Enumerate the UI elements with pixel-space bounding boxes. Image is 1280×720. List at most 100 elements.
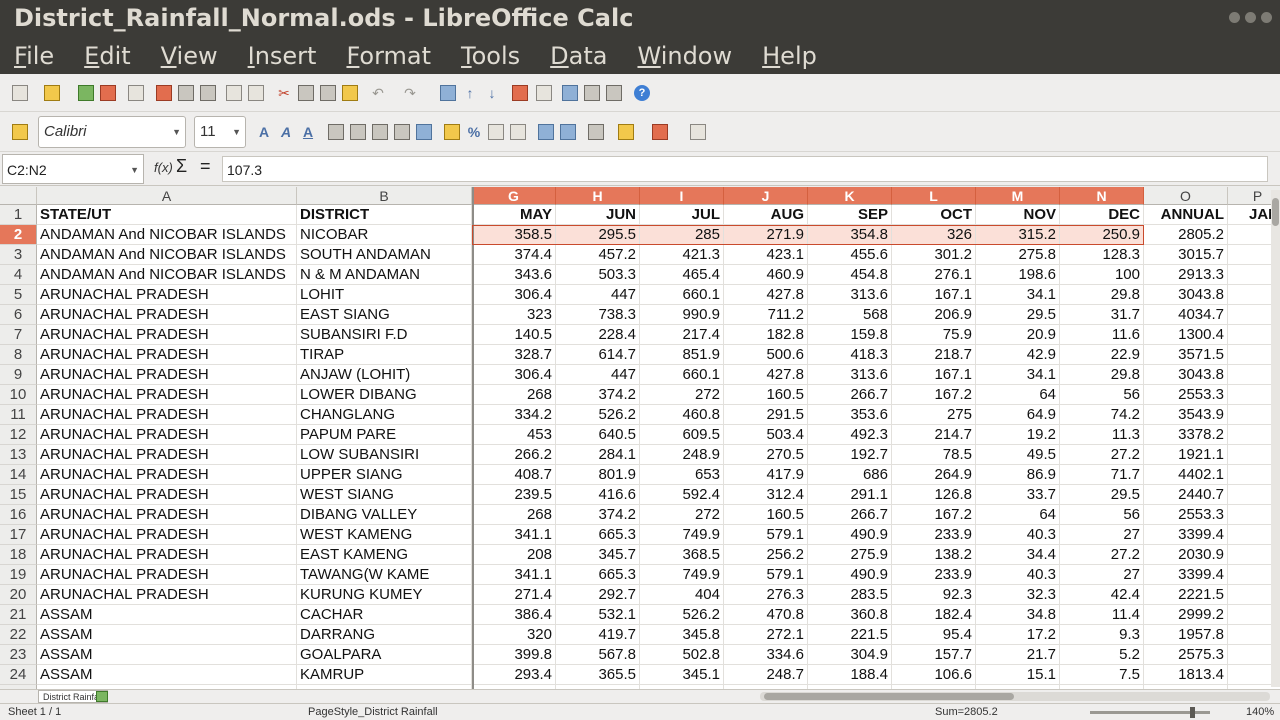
cell-h12[interactable]: 640.5 <box>556 425 640 445</box>
cell-b3[interactable]: SOUTH ANDAMAN <box>297 245 472 265</box>
cell-h5[interactable]: 447 <box>556 285 640 305</box>
cell-l6[interactable]: 206.9 <box>892 305 976 325</box>
cell-o2[interactable]: 2805.2 <box>1144 225 1228 245</box>
cell-k3[interactable]: 455.6 <box>808 245 892 265</box>
cell-g7[interactable]: 140.5 <box>472 325 556 345</box>
cell-k1[interactable]: SEP <box>808 205 892 225</box>
cell-b9[interactable]: ANJAW (LOHIT) <box>297 365 472 385</box>
cell-b14[interactable]: UPPER SIANG <box>297 465 472 485</box>
chevron-down-icon[interactable]: ▼ <box>172 127 181 137</box>
cell-m12[interactable]: 19.2 <box>976 425 1060 445</box>
cell-j4[interactable]: 460.9 <box>724 265 808 285</box>
cell-l8[interactable]: 218.7 <box>892 345 976 365</box>
cell-n17[interactable]: 27 <box>1060 525 1144 545</box>
cell-h20[interactable]: 292.7 <box>556 585 640 605</box>
formula-input[interactable]: 107.3 <box>222 156 1268 182</box>
cell-i24[interactable]: 345.1 <box>640 665 724 685</box>
cell-a11[interactable]: ARUNACHAL PRADESH <box>37 405 297 425</box>
cell-n20[interactable]: 42.4 <box>1060 585 1144 605</box>
cut-icon[interactable]: ✂ <box>276 85 292 101</box>
column-header-l[interactable]: L <box>892 187 976 205</box>
cell-l21[interactable]: 182.4 <box>892 605 976 625</box>
menu-file[interactable]: File <box>14 42 54 70</box>
cell-h1[interactable]: JUN <box>556 205 640 225</box>
cell-m6[interactable]: 29.5 <box>976 305 1060 325</box>
cell-a6[interactable]: ARUNACHAL PRADESH <box>37 305 297 325</box>
email-icon[interactable] <box>100 85 116 101</box>
cell-i4[interactable]: 465.4 <box>640 265 724 285</box>
vertical-scrollbar[interactable] <box>1271 190 1280 687</box>
row-header-10[interactable]: 10 <box>0 385 37 405</box>
cell-a9[interactable]: ARUNACHAL PRADESH <box>37 365 297 385</box>
cell-b7[interactable]: SUBANSIRI F.D <box>297 325 472 345</box>
menu-tools[interactable]: Tools <box>461 42 520 70</box>
cell-g17[interactable]: 341.1 <box>472 525 556 545</box>
cell-a22[interactable]: ASSAM <box>37 625 297 645</box>
cell-g24[interactable]: 293.4 <box>472 665 556 685</box>
cell-g14[interactable]: 408.7 <box>472 465 556 485</box>
cell-o18[interactable]: 2030.9 <box>1144 545 1228 565</box>
cell-n19[interactable]: 27 <box>1060 565 1144 585</box>
cell-o24[interactable]: 1813.4 <box>1144 665 1228 685</box>
cell-b19[interactable]: TAWANG(W KAME <box>297 565 472 585</box>
column-header-g[interactable]: G <box>472 187 556 205</box>
row-header-14[interactable]: 14 <box>0 465 37 485</box>
cell-h14[interactable]: 801.9 <box>556 465 640 485</box>
cell-a17[interactable]: ARUNACHAL PRADESH <box>37 525 297 545</box>
cell-l4[interactable]: 276.1 <box>892 265 976 285</box>
cell-a12[interactable]: ARUNACHAL PRADESH <box>37 425 297 445</box>
cell-o3[interactable]: 3015.7 <box>1144 245 1228 265</box>
cell-a23[interactable]: ASSAM <box>37 645 297 665</box>
cell-g9[interactable]: 306.4 <box>472 365 556 385</box>
cell-l14[interactable]: 264.9 <box>892 465 976 485</box>
cell-a1[interactable]: STATE/UT <box>37 205 297 225</box>
number-format-icon[interactable] <box>488 124 504 140</box>
name-box[interactable]: C2:N2 ▼ <box>2 154 144 184</box>
cell-n3[interactable]: 128.3 <box>1060 245 1144 265</box>
cell-m14[interactable]: 86.9 <box>976 465 1060 485</box>
cell-g15[interactable]: 239.5 <box>472 485 556 505</box>
cell-k18[interactable]: 275.9 <box>808 545 892 565</box>
cell-l5[interactable]: 167.1 <box>892 285 976 305</box>
font-name-combobox[interactable]: Calibri ▼ <box>38 116 186 148</box>
cell-l13[interactable]: 78.5 <box>892 445 976 465</box>
cell-a10[interactable]: ARUNACHAL PRADESH <box>37 385 297 405</box>
cell-o4[interactable]: 2913.3 <box>1144 265 1228 285</box>
cell-n22[interactable]: 9.3 <box>1060 625 1144 645</box>
cell-m22[interactable]: 17.2 <box>976 625 1060 645</box>
cell-l24[interactable]: 106.6 <box>892 665 976 685</box>
cell-g8[interactable]: 328.7 <box>472 345 556 365</box>
cell-g20[interactable]: 271.4 <box>472 585 556 605</box>
cell-k17[interactable]: 490.9 <box>808 525 892 545</box>
cell-n15[interactable]: 29.5 <box>1060 485 1144 505</box>
row-header-16[interactable]: 16 <box>0 505 37 525</box>
column-header-b[interactable]: B <box>297 187 472 205</box>
cell-j5[interactable]: 427.8 <box>724 285 808 305</box>
cell-g5[interactable]: 306.4 <box>472 285 556 305</box>
cell-j6[interactable]: 711.2 <box>724 305 808 325</box>
decrease-indent-icon[interactable] <box>538 124 554 140</box>
cell-a24[interactable]: ASSAM <box>37 665 297 685</box>
redo-icon[interactable]: ↷ <box>402 85 418 101</box>
menu-format[interactable]: Format <box>346 42 431 70</box>
cell-g18[interactable]: 208 <box>472 545 556 565</box>
row-header-15[interactable]: 15 <box>0 485 37 505</box>
menu-data[interactable]: Data <box>550 42 607 70</box>
cell-m21[interactable]: 34.8 <box>976 605 1060 625</box>
print-preview-icon[interactable] <box>200 85 216 101</box>
row-header-24[interactable]: 24 <box>0 665 37 685</box>
bold-icon[interactable]: A <box>256 124 272 140</box>
cell-a14[interactable]: ARUNACHAL PRADESH <box>37 465 297 485</box>
cell-n12[interactable]: 11.3 <box>1060 425 1144 445</box>
cell-n14[interactable]: 71.7 <box>1060 465 1144 485</box>
cell-o13[interactable]: 1921.1 <box>1144 445 1228 465</box>
cell-i19[interactable]: 749.9 <box>640 565 724 585</box>
cell-n11[interactable]: 74.2 <box>1060 405 1144 425</box>
navigator-icon[interactable] <box>562 85 578 101</box>
cell-m16[interactable]: 64 <box>976 505 1060 525</box>
cell-m24[interactable]: 15.1 <box>976 665 1060 685</box>
cell-i18[interactable]: 368.5 <box>640 545 724 565</box>
cell-i16[interactable]: 272 <box>640 505 724 525</box>
cell-o22[interactable]: 1957.8 <box>1144 625 1228 645</box>
cell-n6[interactable]: 31.7 <box>1060 305 1144 325</box>
